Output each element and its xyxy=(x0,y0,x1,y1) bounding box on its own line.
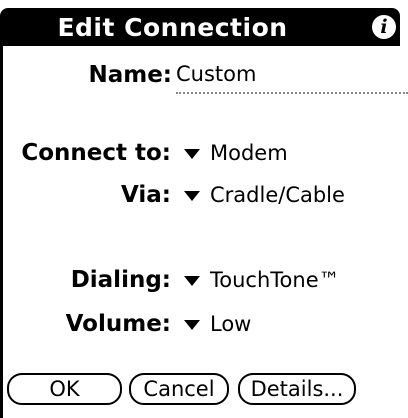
details-button[interactable]: Details... xyxy=(238,373,356,405)
dialing-label: Dialing: xyxy=(70,267,171,293)
dropdown-triangle-icon xyxy=(184,149,200,159)
volume-value: Low xyxy=(210,312,252,336)
volume-picker[interactable]: Low xyxy=(184,312,251,336)
dialog-left-border xyxy=(0,46,3,418)
dropdown-triangle-icon xyxy=(184,276,200,286)
volume-label: Volume: xyxy=(65,311,171,337)
connect-to-label: Connect to: xyxy=(21,140,171,166)
via-label: Via: xyxy=(121,182,171,208)
name-field[interactable]: Custom xyxy=(176,62,408,94)
connect-to-value: Modem xyxy=(210,141,288,165)
dropdown-triangle-icon xyxy=(184,191,200,201)
dropdown-triangle-icon xyxy=(184,320,200,330)
dialog-title: Edit Connection xyxy=(57,13,288,42)
via-picker[interactable]: Cradle/Cable xyxy=(184,183,345,207)
title-bar: Edit Connection i xyxy=(0,8,400,46)
via-value: Cradle/Cable xyxy=(210,183,345,207)
info-icon[interactable]: i xyxy=(372,15,396,39)
name-value: Custom xyxy=(176,62,257,86)
dialing-value: TouchTone™ xyxy=(210,268,340,292)
cancel-button[interactable]: Cancel xyxy=(129,373,229,405)
connect-to-picker[interactable]: Modem xyxy=(184,141,288,165)
ok-button[interactable]: OK xyxy=(7,373,122,405)
name-label: Name: xyxy=(88,62,172,88)
dialing-picker[interactable]: TouchTone™ xyxy=(184,268,340,292)
